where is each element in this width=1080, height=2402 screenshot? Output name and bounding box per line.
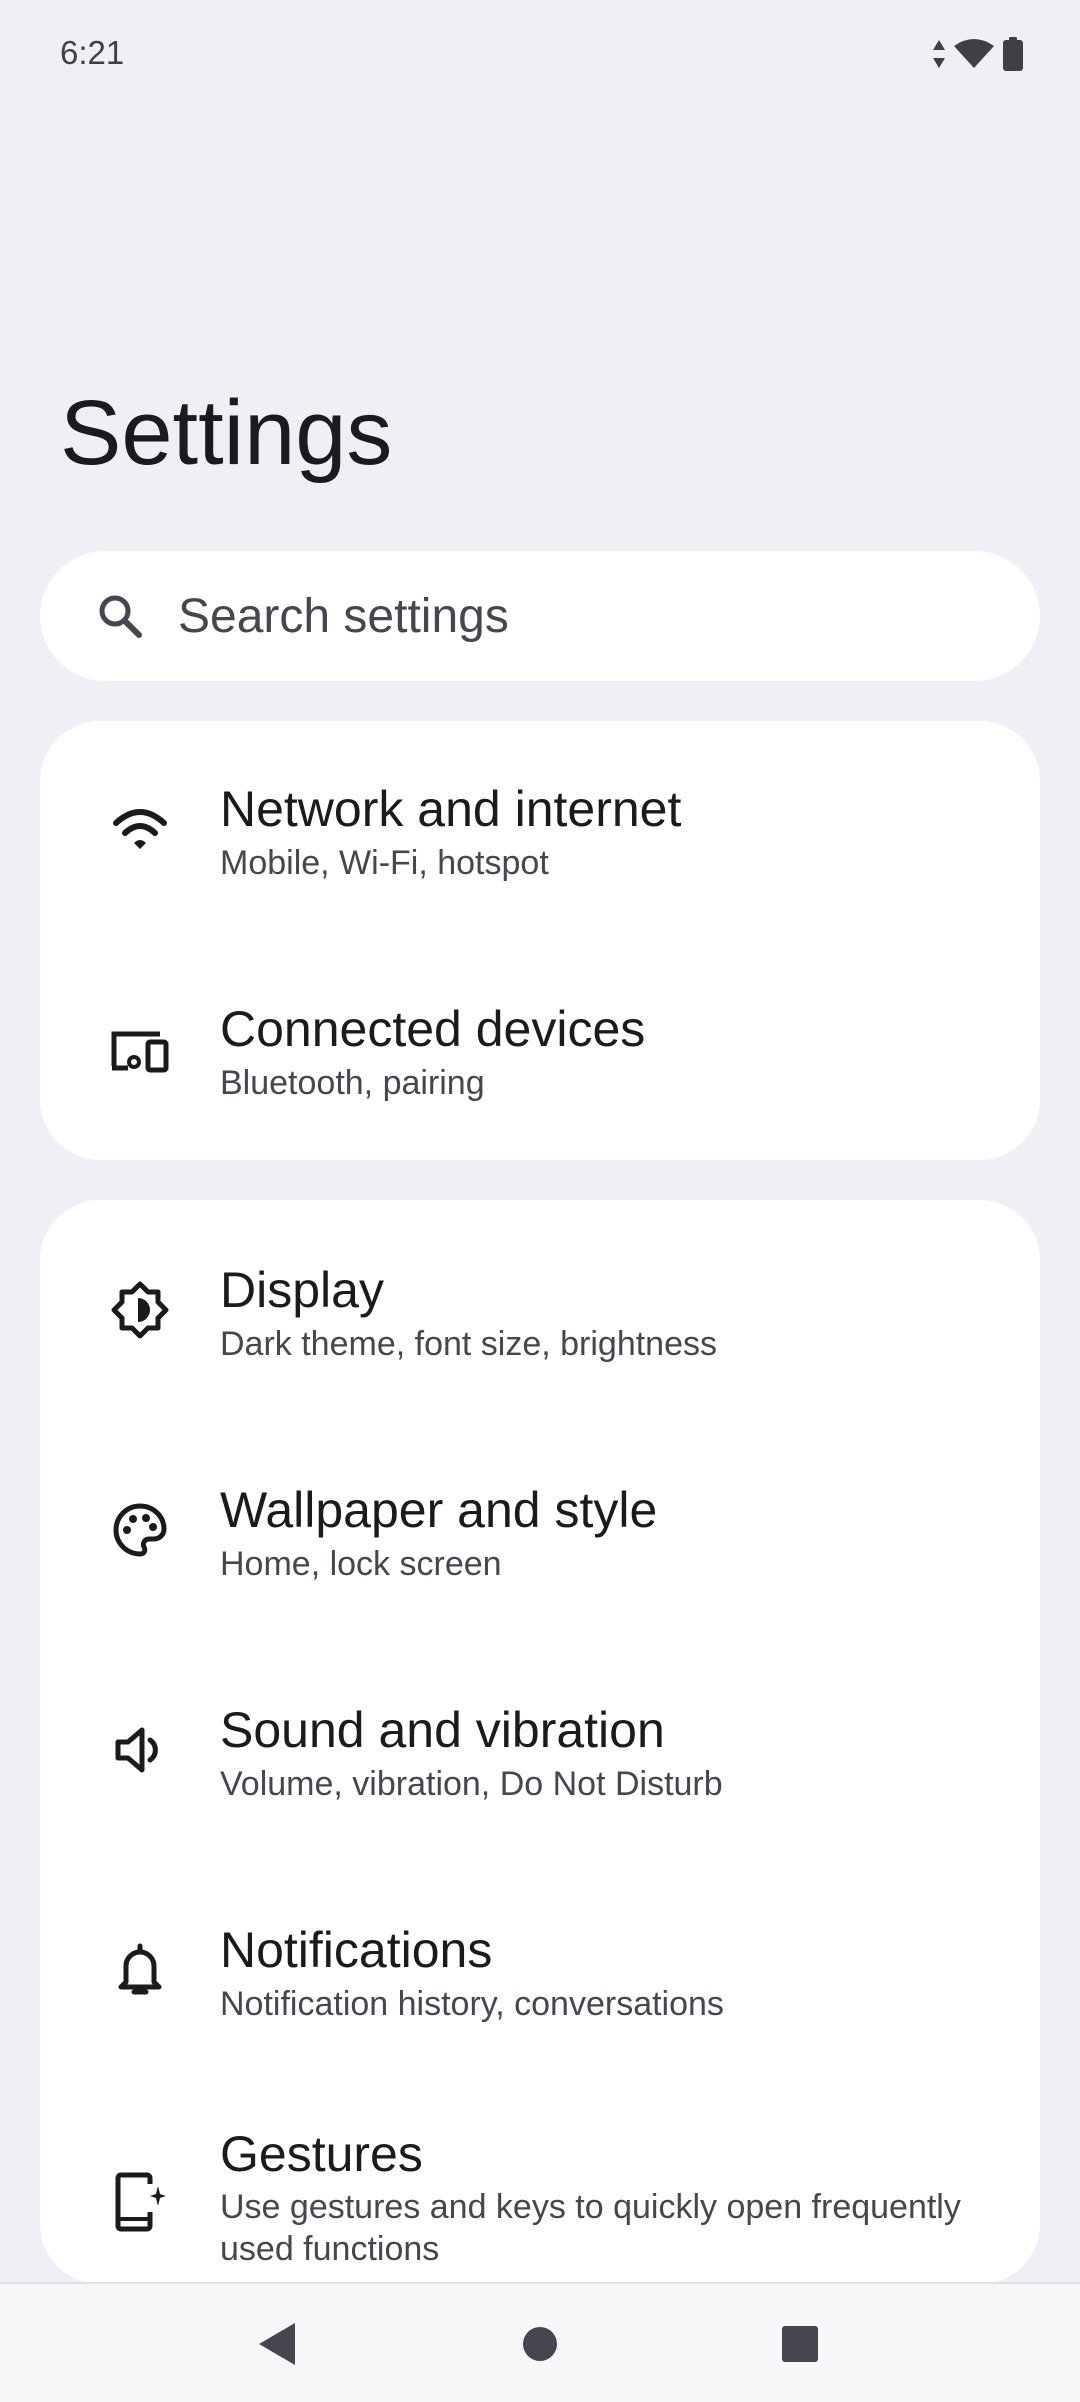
settings-item-connected-devices[interactable]: Connected devices Bluetooth, pairing (40, 941, 1040, 1160)
devices-icon (110, 1021, 170, 1081)
navigation-bar (0, 2282, 1080, 2402)
palette-icon (110, 1500, 170, 1560)
item-title: Network and internet (220, 781, 682, 837)
settings-item-gestures[interactable]: Gestures Use gestures and keys to quickl… (40, 2080, 1040, 2284)
bell-icon (110, 1940, 170, 2000)
wifi-icon (110, 801, 170, 861)
search-input[interactable]: Search settings (40, 551, 1040, 681)
gestures-phone-icon (110, 2172, 170, 2232)
item-title: Wallpaper and style (220, 1482, 658, 1538)
item-subtitle: Bluetooth, pairing (220, 1064, 485, 1102)
settings-item-wallpaper[interactable]: Wallpaper and style Home, lock screen (40, 1420, 1040, 1640)
speaker-icon (110, 1720, 170, 1780)
item-title: Display (220, 1262, 384, 1318)
item-title: Gestures (220, 2126, 423, 2182)
item-title: Notifications (220, 1922, 493, 1978)
item-subtitle: Dark theme, font size, brightness (220, 1325, 718, 1363)
item-subtitle: Use gestures and keys to quickly open fr… (220, 2188, 961, 2268)
settings-item-display[interactable]: Display Dark theme, font size, brightnes… (40, 1200, 1040, 1420)
search-placeholder: Search settings (178, 589, 509, 643)
item-title: Connected devices (220, 1001, 646, 1057)
data-arrows-icon (932, 38, 946, 70)
item-subtitle: Notification history, conversations (220, 1985, 724, 2023)
status-icons (932, 34, 1024, 74)
status-bar: 6:21 (0, 0, 1080, 110)
battery-icon (1002, 37, 1024, 71)
settings-group-device: Display Dark theme, font size, brightnes… (40, 1200, 1040, 2284)
settings-item-sound[interactable]: Sound and vibration Volume, vibration, D… (40, 1640, 1040, 1860)
back-icon[interactable] (247, 2314, 307, 2374)
settings-group-connectivity: Network and internet Mobile, Wi-Fi, hots… (40, 721, 1040, 1160)
wifi-icon (954, 38, 994, 70)
item-subtitle: Volume, vibration, Do Not Disturb (220, 1765, 723, 1803)
item-subtitle: Home, lock screen (220, 1545, 502, 1583)
settings-item-notifications[interactable]: Notifications Notification history, conv… (40, 1860, 1040, 2080)
search-icon (92, 588, 148, 644)
home-icon[interactable] (510, 2314, 570, 2374)
brightness-icon (110, 1280, 170, 1340)
page-title: Settings (60, 382, 393, 484)
settings-item-network[interactable]: Network and internet Mobile, Wi-Fi, hots… (40, 721, 1040, 941)
status-time: 6:21 (60, 34, 125, 71)
recents-icon[interactable] (770, 2314, 830, 2374)
item-subtitle: Mobile, Wi-Fi, hotspot (220, 844, 549, 882)
item-title: Sound and vibration (220, 1702, 665, 1758)
